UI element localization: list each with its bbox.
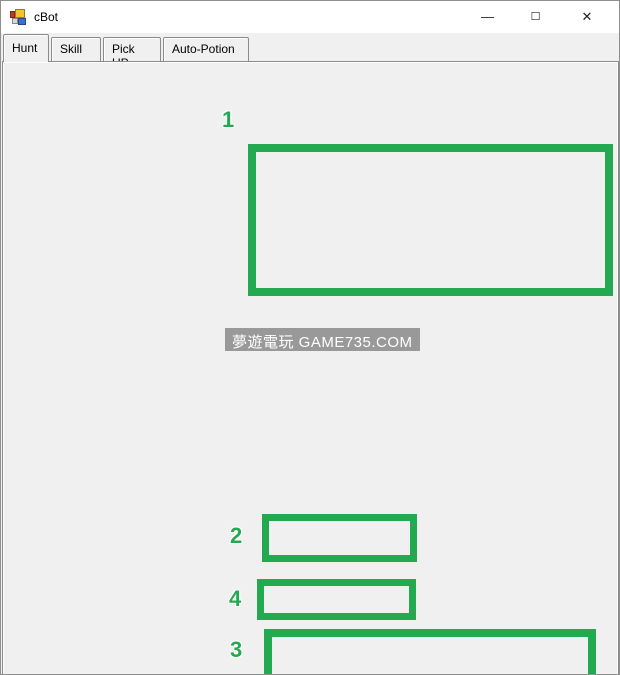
tab-strip: Hunt Skill Pick UP Auto-Potion — [1, 34, 619, 70]
close-button[interactable]: ✕ — [563, 1, 611, 32]
tab-pick-up[interactable]: Pick UP — [103, 37, 161, 70]
app-icon — [10, 9, 26, 25]
hunt-tab-page — [2, 61, 619, 674]
watermark: 夢遊電玩 GAME735.COM — [225, 328, 420, 351]
window-title: cBot — [34, 10, 59, 24]
cbot-window: cBot — ☐ ✕ Hunt Skill Pick UP Auto-Potio… — [0, 0, 620, 675]
tab-skill[interactable]: Skill — [51, 37, 101, 61]
tab-hunt[interactable]: Hunt — [3, 34, 49, 62]
close-icon: ✕ — [581, 8, 593, 24]
title-bar: cBot — ☐ ✕ — [1, 1, 619, 33]
minimize-icon: — — [481, 9, 494, 24]
minimize-button[interactable]: — — [465, 1, 510, 32]
maximize-icon: ☐ — [530, 11, 541, 23]
tab-auto-potion[interactable]: Auto-Potion — [163, 37, 249, 61]
maximize-button[interactable]: ☐ — [513, 1, 558, 32]
